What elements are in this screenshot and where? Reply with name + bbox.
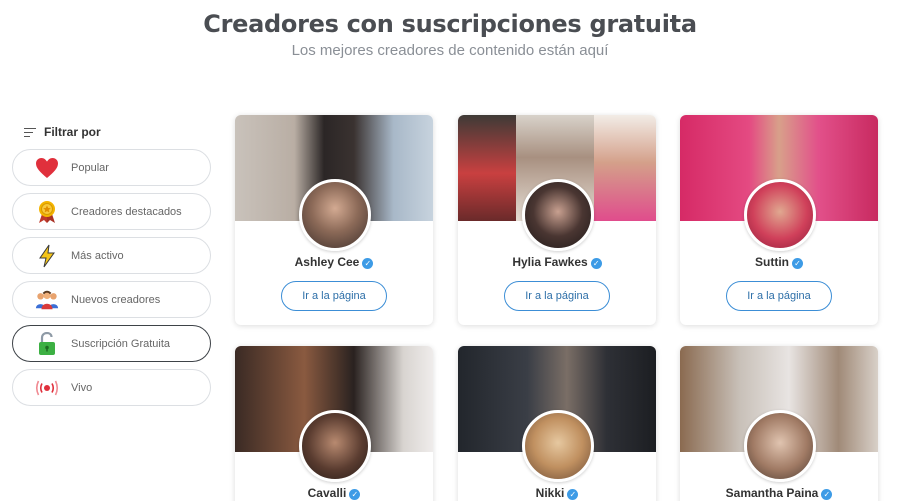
verified-icon: ✓ xyxy=(792,258,803,269)
verified-icon: ✓ xyxy=(362,258,374,269)
creator-name-row: Hylia Fawkes ✓ xyxy=(458,255,656,269)
creator-name-row: Ashley Cee ✓ xyxy=(235,255,433,269)
filter-most-active[interactable]: Más activo xyxy=(12,237,211,274)
page-header: Creadores con suscripciones gratuita Los… xyxy=(0,10,900,59)
medal-icon xyxy=(35,200,59,224)
creator-name: Samantha Paina xyxy=(725,486,819,500)
filter-popular-label: Popular xyxy=(71,161,109,174)
filter-header: Filtrar por xyxy=(12,123,212,141)
verified-icon: ✓ xyxy=(821,489,833,500)
filter-live-label: Vivo xyxy=(71,381,93,394)
page-subtitle: Los mejores creadores de contenido están… xyxy=(291,42,609,59)
verified-icon: ✓ xyxy=(349,489,361,500)
creator-name: Nikki xyxy=(535,486,565,500)
filter-featured[interactable]: Creadores destacados xyxy=(12,193,211,230)
creator-card[interactable]: Nikki ✓ xyxy=(458,346,656,501)
creator-name: Suttin xyxy=(755,255,789,269)
creator-card[interactable]: Cavalli ✓ xyxy=(235,346,433,501)
filter-free-subscription[interactable]: Suscripción Gratuita xyxy=(12,325,211,362)
filter-new-creators-label: Nuevos creadores xyxy=(71,293,161,306)
creator-card[interactable]: Hylia Fawkes ✓ Ir a la página xyxy=(458,115,656,325)
creator-name-row: Cavalli ✓ xyxy=(235,486,433,500)
filter-free-subscription-label: Suscripción Gratuita xyxy=(71,337,171,350)
creator-card[interactable]: Ashley Cee ✓ Ir a la página xyxy=(235,115,433,325)
unlock-icon xyxy=(35,331,59,356)
avatar xyxy=(299,179,371,251)
avatar xyxy=(744,179,816,251)
verified-icon: ✓ xyxy=(567,489,579,500)
creator-name: Cavalli xyxy=(307,486,347,500)
filter-popular[interactable]: Popular xyxy=(12,149,211,186)
filter-icon xyxy=(24,127,36,137)
creator-name-row: Suttin ✓ xyxy=(680,255,878,269)
avatar xyxy=(522,410,594,482)
avatar xyxy=(522,179,594,251)
visit-page-button[interactable]: Ir a la página xyxy=(281,281,387,311)
verified-icon: ✓ xyxy=(590,258,602,269)
creator-name: Ashley Cee xyxy=(294,255,360,269)
filter-featured-label: Creadores destacados xyxy=(71,205,182,218)
creator-card[interactable]: Samantha Paina ✓ xyxy=(680,346,878,501)
avatar xyxy=(299,410,371,482)
filter-live[interactable]: Vivo xyxy=(12,369,211,406)
heart-icon xyxy=(35,156,59,180)
filter-most-active-label: Más activo xyxy=(71,249,124,262)
lightning-icon xyxy=(35,244,59,268)
filter-label: Filtrar por xyxy=(44,125,101,139)
filter-new-creators[interactable]: Nuevos creadores xyxy=(12,281,211,318)
avatar xyxy=(744,410,816,482)
creator-name-row: Nikki ✓ xyxy=(458,486,656,500)
visit-page-button[interactable]: Ir a la página xyxy=(726,281,832,311)
people-icon xyxy=(35,288,59,312)
page-title: Creadores con suscripciones gratuita xyxy=(203,10,697,38)
creator-name-row: Samantha Paina ✓ xyxy=(680,486,878,500)
creator-name: Hylia Fawkes xyxy=(512,255,588,269)
visit-page-button[interactable]: Ir a la página xyxy=(504,281,610,311)
live-icon xyxy=(35,376,59,400)
creator-card[interactable]: Suttin ✓ Ir a la página xyxy=(680,115,878,325)
filter-sidebar: Filtrar por Popular Creadores destacados… xyxy=(12,123,212,413)
